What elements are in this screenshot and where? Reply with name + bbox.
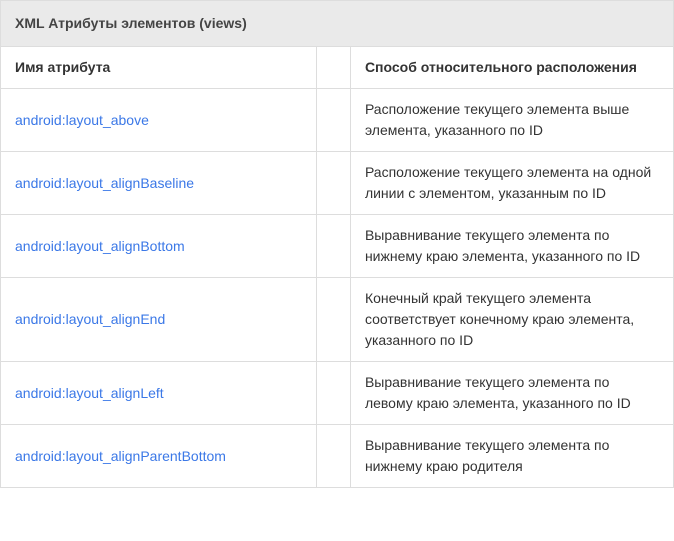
table-header-row: Имя атрибута Способ относительного распо… [1, 47, 674, 89]
description-cell: Выравнивание текущего элемента по нижнем… [350, 425, 673, 488]
attribute-cell: android:layout_alignBottom [1, 215, 317, 278]
table-body: android:layout_above Расположение текуще… [1, 89, 674, 488]
attribute-link[interactable]: android:layout_above [15, 112, 149, 128]
spacer-cell [317, 89, 351, 152]
attribute-cell: android:layout_alignParentBottom [1, 425, 317, 488]
spacer-cell [317, 425, 351, 488]
description-cell: Расположение текущего элемента на одной … [350, 152, 673, 215]
xml-attributes-table: XML Атрибуты элементов (views) Имя атриб… [0, 0, 674, 488]
attribute-cell: android:layout_above [1, 89, 317, 152]
attribute-link[interactable]: android:layout_alignParentBottom [15, 448, 226, 464]
description-cell: Выравнивание текущего элемента по левому… [350, 362, 673, 425]
attribute-link[interactable]: android:layout_alignLeft [15, 385, 164, 401]
spacer-cell [317, 215, 351, 278]
description-cell: Выравнивание текущего элемента по нижнем… [350, 215, 673, 278]
description-cell: Расположение текущего элемента выше элем… [350, 89, 673, 152]
header-attribute: Имя атрибута [1, 47, 317, 89]
table-row: android:layout_alignEnd Конечный край те… [1, 278, 674, 362]
spacer-cell [317, 278, 351, 362]
header-spacer [317, 47, 351, 89]
attribute-link[interactable]: android:layout_alignBottom [15, 238, 185, 254]
table-row: android:layout_above Расположение текуще… [1, 89, 674, 152]
table-title-row: XML Атрибуты элементов (views) [1, 1, 674, 47]
table-row: android:layout_alignBottom Выравнивание … [1, 215, 674, 278]
table-row: android:layout_alignBaseline Расположени… [1, 152, 674, 215]
table-row: android:layout_alignLeft Выравнивание те… [1, 362, 674, 425]
table-row: android:layout_alignParentBottom Выравни… [1, 425, 674, 488]
attribute-cell: android:layout_alignLeft [1, 362, 317, 425]
attribute-cell: android:layout_alignBaseline [1, 152, 317, 215]
spacer-cell [317, 362, 351, 425]
header-method: Способ относительного расположения [350, 47, 673, 89]
attribute-link[interactable]: android:layout_alignBaseline [15, 175, 194, 191]
attribute-link[interactable]: android:layout_alignEnd [15, 311, 165, 327]
table-title: XML Атрибуты элементов (views) [1, 1, 674, 47]
attribute-cell: android:layout_alignEnd [1, 278, 317, 362]
description-cell: Конечный край текущего элемента соответс… [350, 278, 673, 362]
spacer-cell [317, 152, 351, 215]
